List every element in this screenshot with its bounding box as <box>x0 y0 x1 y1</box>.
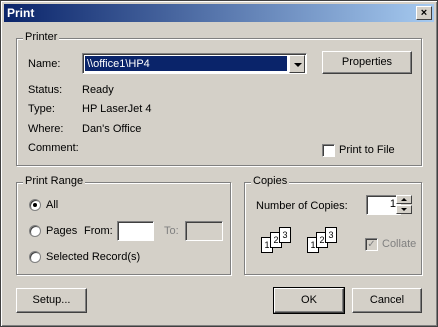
cancel-button[interactable]: Cancel <box>352 288 422 313</box>
copies-group-label: Copies <box>251 175 290 187</box>
printer-group: Printer Name: \\office1\HP4 Properties S… <box>16 31 422 166</box>
copies-group: Copies Number of Copies: 1 1 2 3 1 2 3 ✓… <box>244 175 422 275</box>
status-value: Ready <box>82 84 114 96</box>
chevron-down-icon[interactable] <box>289 55 305 73</box>
pages-radio-label[interactable]: Pages <box>46 225 77 237</box>
properties-button[interactable]: Properties <box>322 51 412 74</box>
collate-label[interactable]: Collate <box>382 238 416 250</box>
all-radio-label[interactable]: All <box>46 199 58 211</box>
from-label: From: <box>84 225 113 237</box>
all-radio[interactable] <box>29 199 41 211</box>
copies-spin-up-icon[interactable] <box>396 195 412 204</box>
print-range-group-label: Print Range <box>23 175 86 187</box>
type-value: HP LaserJet 4 <box>82 103 152 115</box>
selected-records-label[interactable]: Selected Record(s) <box>46 251 140 263</box>
name-label: Name: <box>28 58 61 70</box>
where-value: Dan's Office <box>82 123 142 135</box>
collate-checkbox[interactable]: ✓ <box>365 238 378 251</box>
comment-label: Comment: <box>28 142 79 154</box>
status-label: Status: <box>28 84 63 96</box>
print-range-group: Print Range All Pages From: To: Selected… <box>16 175 231 275</box>
ok-button[interactable]: OK <box>273 287 345 314</box>
from-page-input[interactable] <box>117 221 154 241</box>
to-page-input[interactable] <box>185 221 223 241</box>
setup-button[interactable]: Setup... <box>16 288 87 313</box>
selected-records-radio[interactable] <box>29 251 41 263</box>
printer-name-value: \\office1\HP4 <box>85 56 287 71</box>
close-icon[interactable]: × <box>416 6 432 20</box>
title-bar: Print × <box>4 4 434 22</box>
to-label: To: <box>164 225 179 237</box>
where-label: Where: <box>28 123 64 135</box>
copies-spin-down-icon[interactable] <box>396 205 412 214</box>
page-icon: 3 <box>325 227 337 243</box>
print-dialog: Print × Printer Name: \\office1\HP4 Prop… <box>0 0 438 327</box>
printer-group-label: Printer <box>23 31 60 43</box>
number-of-copies-label: Number of Copies: <box>256 200 348 212</box>
print-to-file-checkbox[interactable] <box>322 144 335 157</box>
print-to-file-label[interactable]: Print to File <box>339 144 395 156</box>
type-label: Type: <box>28 103 55 115</box>
printer-name-combobox[interactable]: \\office1\HP4 <box>82 53 307 74</box>
dialog-title: Print <box>7 6 35 20</box>
check-icon: ✓ <box>367 239 376 250</box>
pages-radio[interactable] <box>29 225 41 237</box>
page-icon: 3 <box>279 227 291 243</box>
